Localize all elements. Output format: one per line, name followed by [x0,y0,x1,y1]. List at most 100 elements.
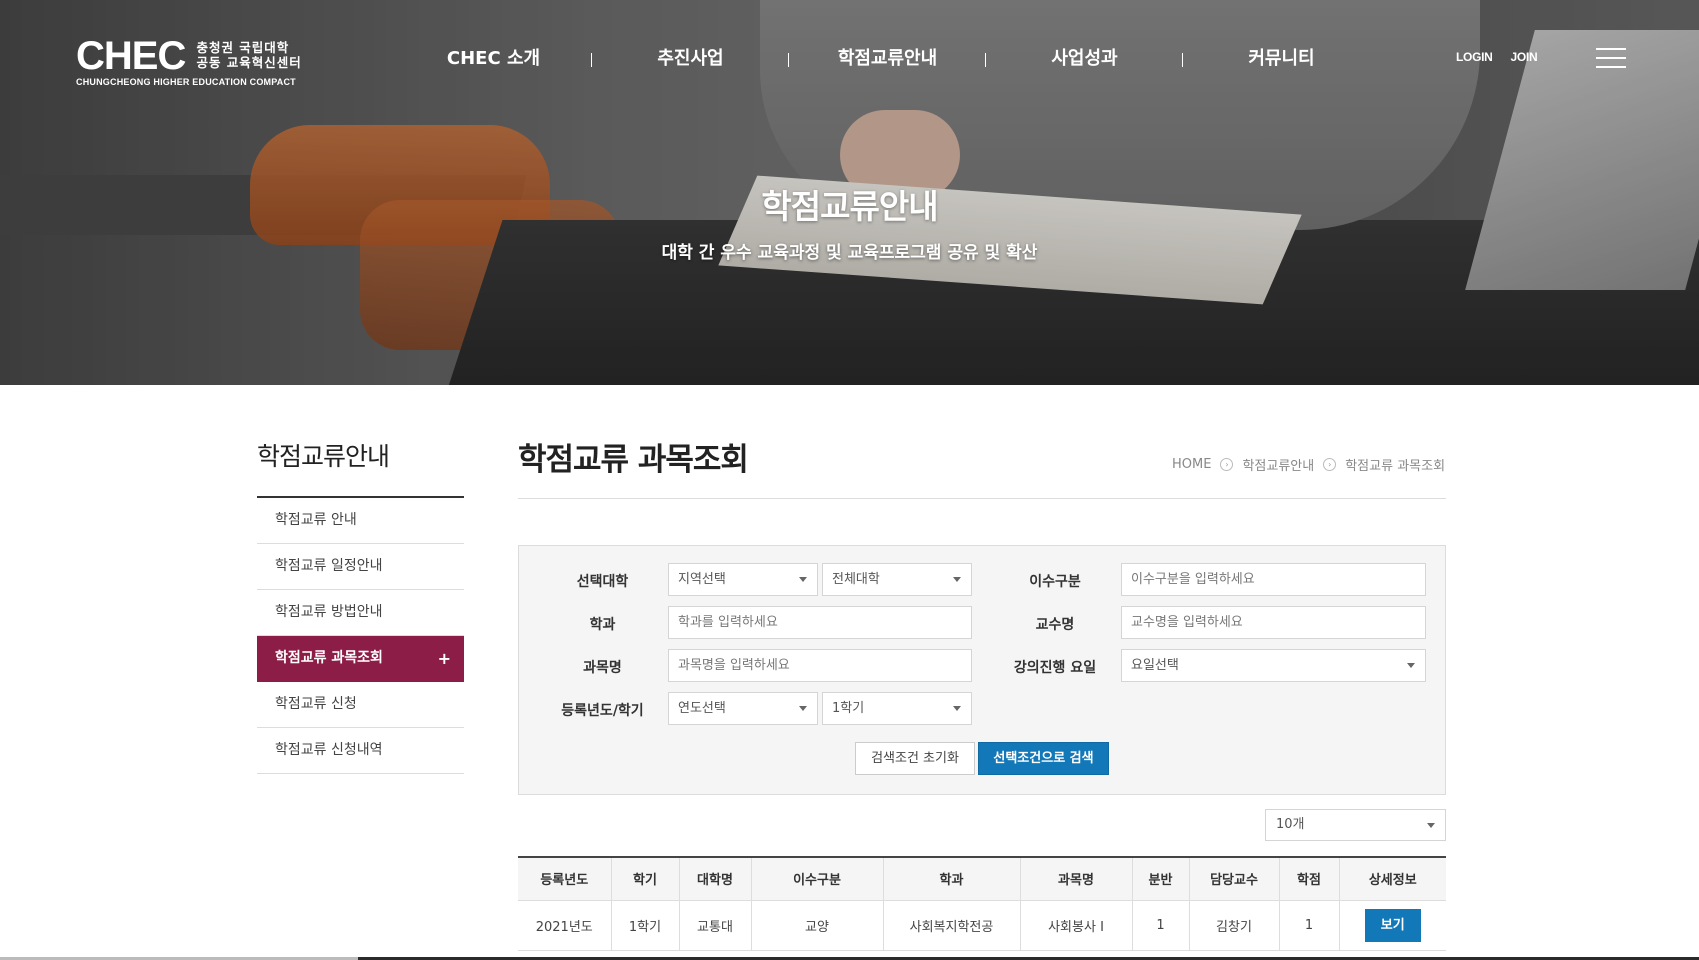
cell-term: 1학기 [610,900,679,951]
join-link[interactable]: JOIN [1511,50,1538,64]
util-links: LOGIN JOIN [1456,50,1538,64]
region-select-value: 지역선택 [678,572,726,587]
nav-item-label: 사업성과 [1051,48,1118,69]
hamburger-menu-icon[interactable] [1596,48,1626,70]
view-detail-button[interactable]: 보기 [1364,908,1421,942]
logo-english: CHUNGCHEONG HIGHER EDUCATION COMPACT [76,77,296,87]
chevron-down-icon [1427,823,1435,828]
table-row: 2021년도 1학기 교통대 교양 사회복지학전공 사회봉사 Ⅰ 1 김창기 1… [518,900,1446,951]
column-header: 등록년도 [518,856,611,901]
year-select-value: 연도선택 [678,701,726,716]
professor-input[interactable]: 교수명을 입력하세요 [1121,606,1426,639]
column-header: 이수구분 [750,856,883,901]
cell-year: 2021년도 [518,900,611,951]
hero-title: 학점교류안내 [761,187,938,226]
category-placeholder: 이수구분을 입력하세요 [1131,572,1255,587]
hamburger-line [1596,57,1626,59]
logo-korean: 충청권 국립대학 공동 교육혁신센터 [196,40,301,70]
cell-credit: 1 [1278,900,1339,951]
breadcrumb: HOME › 학점교류안내 › 학점교류 과목조회 [1172,455,1445,474]
nav-item-results[interactable]: 사업성과 [986,44,1183,74]
label-dept: 학과 [589,617,616,633]
hero-subtitle: 대학 간 우수 교육과정 및 교육프로그램 공유 및 확산 [661,243,1038,263]
hamburger-line [1596,48,1626,50]
label-weekday: 강의진행 요일 [1013,660,1097,676]
dept-input[interactable]: 학과를 입력하세요 [668,606,972,639]
chevron-down-icon [799,577,807,582]
nav-item-projects[interactable]: 추진사업 [592,44,789,74]
label-year-term: 등록년도/학기 [561,703,644,719]
sidebar-item-label: 학점교류 안내 [275,512,357,528]
cell-section: 1 [1131,900,1189,951]
breadcrumb-current: 학점교류 과목조회 [1345,459,1446,474]
cell-category: 교양 [750,900,883,951]
label-university: 선택대학 [576,574,629,590]
chevron-down-icon [953,706,961,711]
breadcrumb-section[interactable]: 학점교류안내 [1242,455,1314,474]
region-select[interactable]: 지역선택 [668,563,818,596]
label-subject: 과목명 [583,660,622,676]
weekday-select[interactable]: 요일선택 [1121,649,1426,682]
nav-item-label: 커뮤니티 [1248,48,1315,69]
column-header: 상세정보 [1338,856,1446,901]
nav-item-about[interactable]: CHEC 소개 [395,44,592,74]
nav-item-label: 학점교류안내 [837,48,938,69]
cell-university: 교통대 [678,900,751,951]
sidebar-item-history[interactable]: 학점교류 신청내역 [257,728,464,774]
weekday-select-value: 요일선택 [1131,658,1179,673]
reset-button[interactable]: 검색조건 초기화 [855,742,975,775]
sidebar-item-apply[interactable]: 학점교류 신청 [257,682,464,728]
cell-dept: 사회복지학전공 [882,900,1020,951]
chevron-down-icon [1407,663,1415,668]
column-header: 분반 [1131,856,1189,901]
column-header: 대학명 [678,856,751,901]
year-select[interactable]: 연도선택 [668,692,818,725]
logo-mark: CHEC [76,34,186,78]
sidebar-item-guide[interactable]: 학점교류 안내 [257,498,464,544]
term-select[interactable]: 1학기 [822,692,972,725]
per-page-select[interactable]: 10개 [1265,809,1446,841]
column-header: 학점 [1278,856,1339,901]
nav-item-credit-exchange[interactable]: 학점교류안내 [789,44,986,74]
category-input[interactable]: 이수구분을 입력하세요 [1121,563,1426,596]
breadcrumb-home[interactable]: HOME [1172,457,1211,472]
sidebar-item-label: 학점교류 일정안내 [275,558,383,574]
sidebar-item-method[interactable]: 학점교류 방법안내 [257,590,464,636]
label-category: 이수구분 [1029,574,1081,590]
chevron-down-icon [799,706,807,711]
column-header: 과목명 [1019,856,1132,901]
plus-icon: + [437,649,451,668]
nav-item-community[interactable]: 커뮤니티 [1183,44,1380,74]
sidebar-item-course-search[interactable]: 학점교류 과목조회 + [257,636,464,682]
sidebar-item-schedule[interactable]: 학점교류 일정안내 [257,544,464,590]
sidebar-menu: 학점교류 안내 학점교류 일정안내 학점교류 방법안내 학점교류 과목조회 + 학… [257,496,464,774]
subject-input[interactable]: 과목명을 입력하세요 [668,649,972,682]
breadcrumb-arrow-icon: › [1323,458,1337,471]
breadcrumb-arrow-icon: › [1220,458,1234,471]
page-title: 학점교류 과목조회 [518,442,749,478]
term-select-value: 1학기 [832,701,865,716]
nav-item-label: 추진사업 [657,48,724,69]
sidebar-item-label: 학점교류 신청내역 [275,742,383,758]
subject-placeholder: 과목명을 입력하세요 [678,658,790,673]
table-header-row: 등록년도 학기 대학명 이수구분 학과 과목명 분반 담당교수 학점 상세정보 [518,856,1446,901]
login-link[interactable]: LOGIN [1456,50,1493,64]
cell-subject: 사회봉사 Ⅰ [1019,900,1132,951]
university-select[interactable]: 전체대학 [822,563,972,596]
logo-korean-line2: 공동 교육혁신센터 [196,55,302,70]
university-select-value: 전체대학 [832,572,880,587]
cell-professor: 김창기 [1188,900,1279,951]
search-button[interactable]: 선택조건으로 검색 [978,742,1109,775]
site-logo[interactable]: CHEC 충청권 국립대학 공동 교육혁신센터 CHUNGCHEONG HIGH… [76,36,302,87]
per-page-value: 10개 [1276,817,1305,832]
title-divider [518,498,1446,499]
logo-korean-line1: 충청권 국립대학 [196,40,290,55]
sidebar-title: 학점교류안내 [257,442,390,471]
sidebar-item-label: 학점교류 방법안내 [275,604,383,620]
label-professor: 교수명 [1035,617,1075,633]
professor-placeholder: 교수명을 입력하세요 [1131,615,1243,630]
nav-item-label: CHEC 소개 [446,48,541,69]
column-header: 학기 [610,856,679,901]
sidebar-item-label: 학점교류 신청 [275,696,357,712]
course-table: 등록년도 학기 대학명 이수구분 학과 과목명 분반 담당교수 학점 상세정보 … [518,856,1446,951]
